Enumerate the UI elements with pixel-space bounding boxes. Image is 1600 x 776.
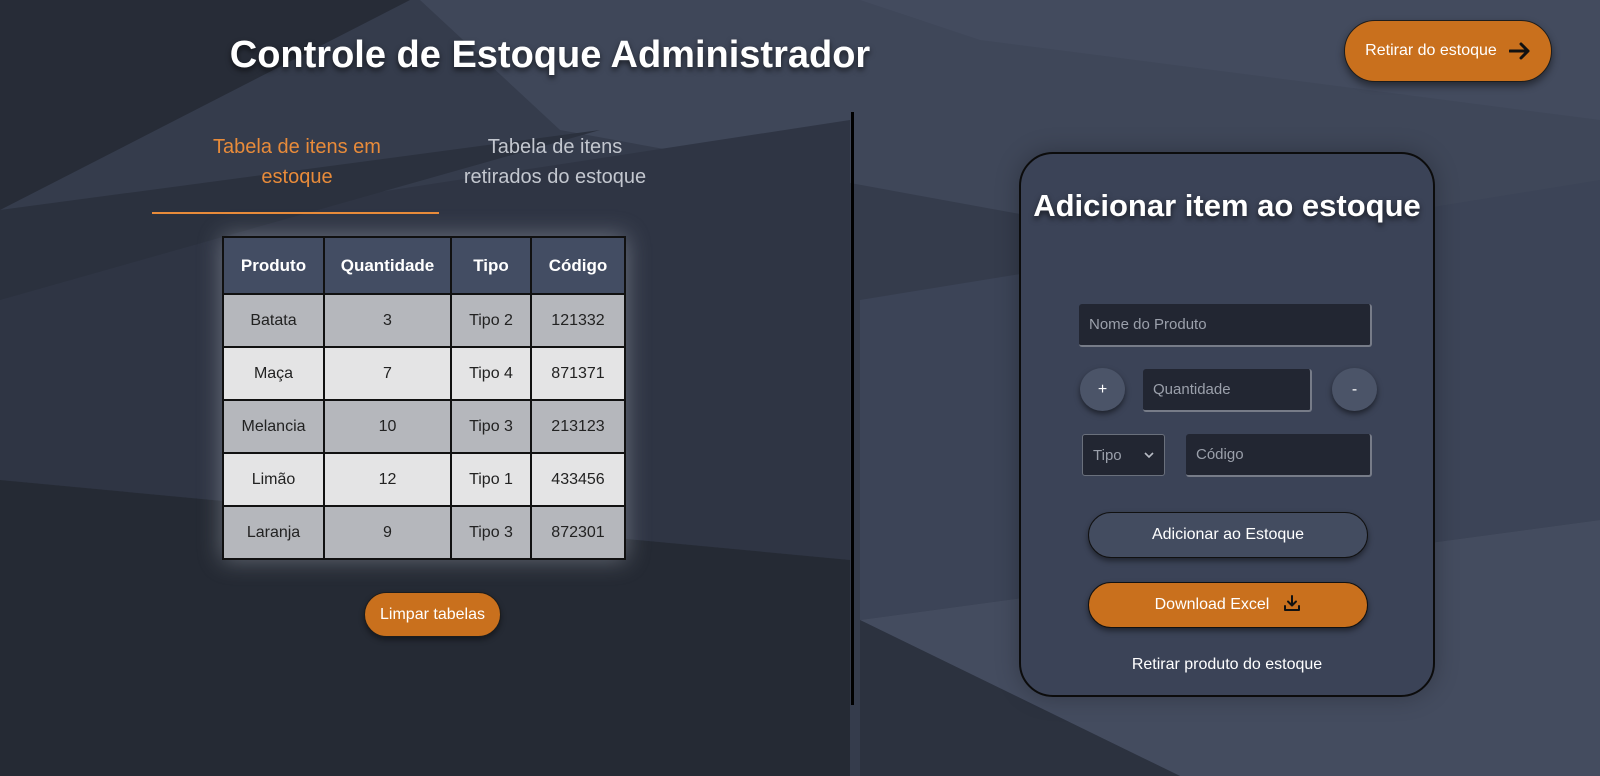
- download-excel-label: Download Excel: [1154, 596, 1270, 613]
- type-select-value: Tipo: [1093, 446, 1122, 464]
- cell-code: 121332: [530, 293, 626, 348]
- active-tab-underline: [152, 212, 439, 214]
- product-name-input[interactable]: Nome do Produto: [1079, 304, 1372, 347]
- cell-code: 871371: [530, 346, 626, 401]
- withdraw-stock-label: Retirar do estoque: [1365, 42, 1497, 59]
- cell-type: Tipo 1: [450, 452, 532, 507]
- table-header-row: Produto Quantidade Tipo Código: [222, 236, 626, 295]
- cell-product: Melancia: [222, 399, 325, 454]
- table-row: Laranja 9 Tipo 3 872301: [222, 505, 626, 560]
- vertical-divider: [851, 112, 854, 705]
- cell-type: Tipo 3: [450, 399, 532, 454]
- form-title: Adicionar item ao estoque: [1033, 188, 1421, 223]
- add-to-stock-button[interactable]: Adicionar ao Estoque: [1088, 512, 1368, 558]
- table-row: Maça 7 Tipo 4 871371: [222, 346, 626, 401]
- stock-table: Produto Quantidade Tipo Código Batata 3 …: [222, 236, 626, 560]
- table-row: Limão 12 Tipo 1 433456: [222, 452, 626, 507]
- cell-product: Limão: [222, 452, 325, 507]
- column-header-type: Tipo: [450, 236, 532, 295]
- cell-code: 213123: [530, 399, 626, 454]
- download-icon: [1283, 594, 1301, 617]
- cell-quantity: 12: [323, 452, 452, 507]
- column-header-product: Produto: [222, 236, 325, 295]
- cell-product: Batata: [222, 293, 325, 348]
- clear-tables-button[interactable]: Limpar tabelas: [364, 592, 501, 637]
- cell-type: Tipo 2: [450, 293, 532, 348]
- decrement-quantity-button[interactable]: -: [1332, 368, 1377, 411]
- chevron-down-icon: [1144, 451, 1154, 459]
- table-row: Batata 3 Tipo 2 121332: [222, 293, 626, 348]
- tab-items-removed[interactable]: Tabela de itens retirados do estoque: [450, 132, 660, 192]
- quantity-input[interactable]: Quantidade: [1143, 369, 1312, 412]
- cell-type: Tipo 3: [450, 505, 532, 560]
- cell-quantity: 9: [323, 505, 452, 560]
- cell-code: 872301: [530, 505, 626, 560]
- column-header-quantity: Quantidade: [323, 236, 452, 295]
- increment-quantity-button[interactable]: +: [1080, 368, 1125, 411]
- column-header-code: Código: [530, 236, 626, 295]
- download-excel-button[interactable]: Download Excel: [1088, 582, 1368, 628]
- cell-product: Laranja: [222, 505, 325, 560]
- add-to-stock-label: Adicionar ao Estoque: [1151, 526, 1305, 543]
- type-select[interactable]: Tipo: [1082, 434, 1165, 476]
- code-input[interactable]: Código: [1186, 434, 1372, 477]
- withdraw-stock-button[interactable]: Retirar do estoque: [1344, 20, 1552, 82]
- withdraw-product-link[interactable]: Retirar produto do estoque: [1021, 656, 1433, 674]
- cell-quantity: 7: [323, 346, 452, 401]
- page-title: Controle de Estoque Administrador: [229, 34, 871, 76]
- cell-quantity: 10: [323, 399, 452, 454]
- cell-code: 433456: [530, 452, 626, 507]
- table-row: Melancia 10 Tipo 3 213123: [222, 399, 626, 454]
- cell-quantity: 3: [323, 293, 452, 348]
- cell-type: Tipo 4: [450, 346, 532, 401]
- cell-product: Maça: [222, 346, 325, 401]
- tab-items-in-stock[interactable]: Tabela de itens em estoque: [192, 132, 402, 192]
- arrow-right-icon: [1508, 42, 1531, 60]
- add-item-form: Adicionar item ao estoque Nome do Produt…: [1019, 152, 1435, 697]
